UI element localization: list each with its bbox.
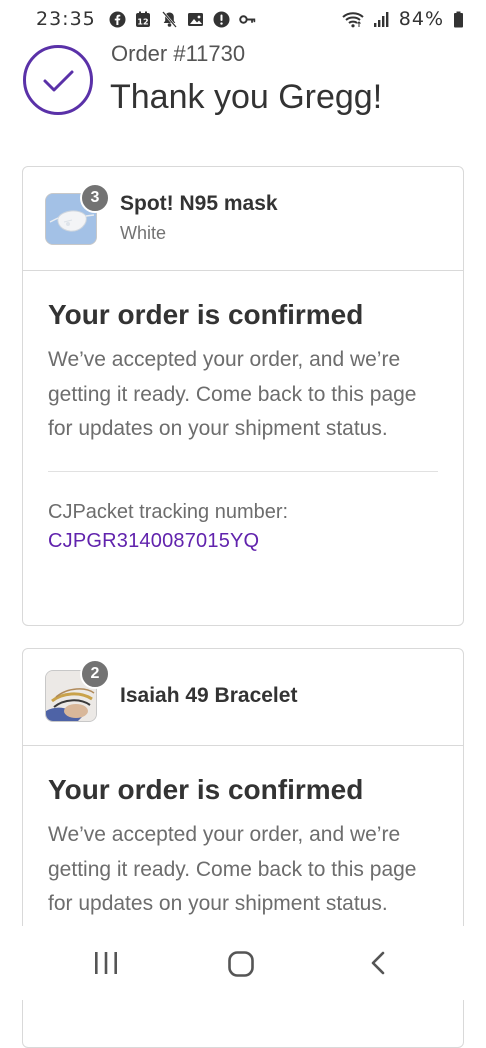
status-left: 23:35 12 — [36, 8, 256, 30]
order-item-card: 3 Spot! N95 mask White Your order is con… — [22, 166, 464, 626]
back-icon[interactable] — [366, 950, 392, 976]
status-time: 23:35 — [36, 8, 96, 30]
order-status-section: Your order is confirmed We’ve accepted y… — [23, 746, 463, 922]
divider — [48, 470, 438, 472]
notifications-muted-icon — [161, 10, 178, 28]
order-number: Order #11730 — [111, 41, 246, 66]
battery-icon — [453, 11, 464, 28]
quantity-badge: 2 — [80, 659, 110, 689]
checkmark-circle-icon — [22, 44, 94, 116]
quantity-badge: 3 — [80, 183, 110, 213]
signal-icon — [373, 11, 390, 28]
calendar-icon: 12 — [135, 11, 152, 28]
order-status-title: Your order is confirmed — [48, 774, 364, 805]
facebook-icon — [109, 11, 126, 28]
svg-text:12: 12 — [138, 17, 149, 26]
thank-you-heading: Thank you Gregg! — [110, 78, 383, 116]
tracking-number-link[interactable]: CJPGR3140087015YQ — [48, 526, 438, 556]
order-status-message: We’ve accepted your order, and we’re get… — [48, 823, 417, 915]
alert-icon — [213, 11, 230, 28]
vpn-key-icon — [239, 11, 256, 28]
recents-icon[interactable] — [92, 950, 120, 976]
gallery-icon — [187, 11, 204, 28]
home-icon[interactable] — [226, 949, 256, 979]
product-row: 2 Isaiah 49 Bracelet — [23, 649, 463, 746]
tracking-label: CJPacket tracking number: — [48, 500, 289, 523]
product-row: 3 Spot! N95 mask White — [23, 167, 463, 271]
product-variant: White — [120, 223, 167, 243]
order-status-message: We’ve accepted your order, and we’re get… — [48, 348, 417, 440]
wifi-icon — [342, 11, 364, 28]
order-status-title: Your order is confirmed — [48, 299, 364, 330]
product-name: Isaiah 49 Bracelet — [120, 684, 298, 707]
product-name: Spot! N95 mask — [120, 192, 278, 215]
status-bar: 23:35 12 84% — [0, 0, 486, 38]
battery-percentage: 84% — [398, 8, 444, 30]
status-right: 84% — [342, 8, 464, 30]
order-status-section: Your order is confirmed We’ve accepted y… — [23, 271, 463, 556]
navigation-bar — [0, 926, 486, 1000]
